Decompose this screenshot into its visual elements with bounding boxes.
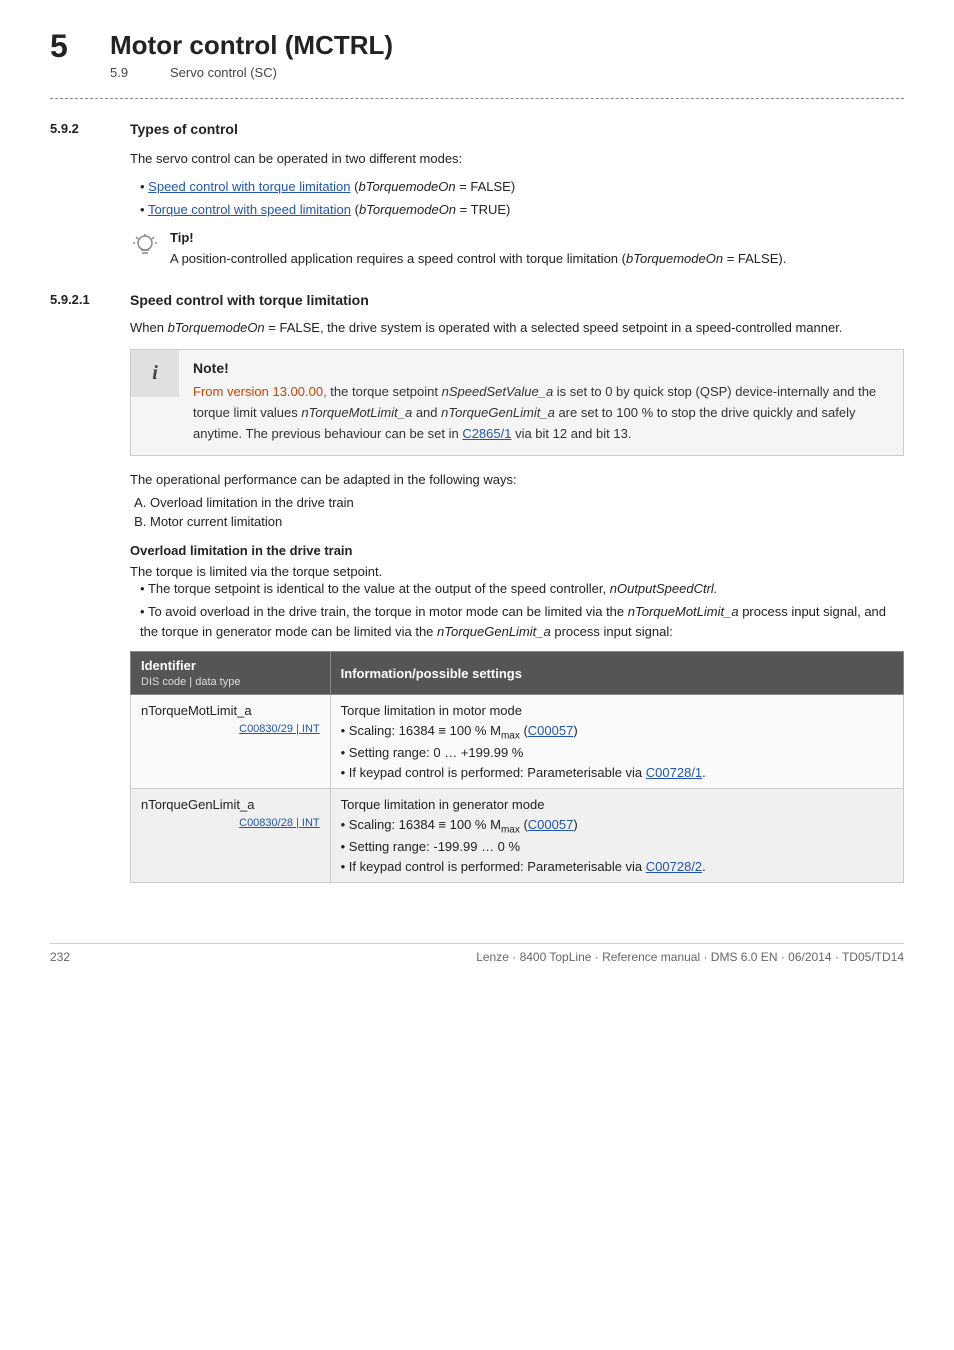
note-italic2: nTorqueMotLimit_a: [301, 405, 412, 420]
info-icon-char: i: [152, 362, 158, 385]
section-divider: [50, 98, 904, 99]
footer-info: Lenze · 8400 TopLine · Reference manual …: [476, 950, 904, 964]
note-label: Note!: [193, 360, 889, 376]
alpha-item-a: Overload limitation in the drive train: [150, 495, 904, 510]
chapter-header: 5 Motor control (MCTRL) 5.9 Servo contro…: [50, 30, 904, 80]
section-5921-heading: 5.9.2.1 Speed control with torque limita…: [50, 292, 904, 308]
section-592-intro: The servo control can be operated in two…: [130, 149, 904, 169]
section-5921-num: 5.9.2.1: [50, 292, 110, 307]
section-5921-content: When bTorquemodeOn = FALSE, the drive sy…: [130, 320, 904, 883]
section-592-num: 5.9.2: [50, 121, 110, 136]
tip-param: bTorquemodeOn: [626, 251, 723, 266]
speed-control-link[interactable]: Speed control with torque limitation: [148, 179, 350, 194]
value-true: TRUE: [471, 202, 506, 217]
note-icon: i: [131, 350, 179, 397]
list-item-torque-control: Torque control with speed limitation (bT…: [140, 200, 904, 220]
c00057-link-2[interactable]: C00057: [528, 817, 574, 832]
tip-content: Tip! A position-controlled application r…: [170, 230, 786, 269]
table-cell-info2: Torque limitation in generator mode • Sc…: [330, 789, 903, 883]
id-main-1: nTorqueMotLimit_a: [141, 703, 252, 718]
section-5921-wrapper: 5.9.2.1 Speed control with torque limita…: [50, 292, 904, 883]
table-col2-header: Information/possible settings: [330, 652, 903, 695]
operational-intro: The operational performance can be adapt…: [130, 472, 904, 487]
tip-text: A position-controlled application requir…: [170, 249, 786, 269]
id-sub-link-1[interactable]: C00830/29 | INT: [141, 721, 320, 738]
page-footer: 232 Lenze · 8400 TopLine · Reference man…: [50, 943, 904, 964]
info-title-1: Torque limitation in motor mode: [341, 703, 522, 718]
section-592-heading: 5.9.2 Types of control: [50, 121, 904, 137]
info-title-2: Torque limitation in generator mode: [341, 797, 545, 812]
overload-bullet-2: To avoid overload in the drive train, th…: [140, 602, 904, 641]
info-bullet-2-3: • If keypad control is performed: Parame…: [341, 859, 706, 874]
param-bTorquemodeOn-2: bTorquemodeOn: [359, 202, 456, 217]
c00728-2-link[interactable]: C00728/2: [646, 859, 702, 874]
torque-control-link[interactable]: Torque control with speed limitation: [148, 202, 351, 217]
section-5921-title: Speed control with torque limitation: [130, 292, 369, 308]
table-row: nTorqueMotLimit_a C00830/29 | INT Torque…: [131, 695, 904, 789]
table-cell-id2: nTorqueGenLimit_a C00830/28 | INT: [131, 789, 331, 883]
alpha-item-b: Motor current limitation: [150, 514, 904, 529]
id-main-2: nTorqueGenLimit_a: [141, 797, 254, 812]
chapter-title: Motor control (MCTRL): [110, 30, 393, 61]
parameters-table: Identifier DIS code | data type Informat…: [130, 651, 904, 883]
section-592-title: Types of control: [130, 121, 238, 137]
overload-intro: The torque is limited via the torque set…: [130, 564, 904, 579]
control-modes-list: Speed control with torque limitation (bT…: [140, 177, 904, 220]
tip-label: Tip!: [170, 230, 786, 245]
info-bullet-2-2: • Setting range: -199.99 … 0 %: [341, 839, 520, 854]
info-bullet-1-1: • Scaling: 16384 ≡ 100 % Mmax (C00057): [341, 723, 578, 738]
value-false: FALSE: [470, 179, 510, 194]
tip-icon: [130, 232, 160, 268]
sub-chapter-num: 5.9: [110, 65, 150, 80]
id-sub-link-2[interactable]: C00830/28 | INT: [141, 815, 320, 832]
section-5921-intro: When bTorquemodeOn = FALSE, the drive sy…: [130, 320, 904, 335]
note-c2865-link[interactable]: C2865/1: [462, 426, 511, 441]
section-592-content: The servo control can be operated in two…: [130, 149, 904, 268]
info-bullet-2-1: • Scaling: 16384 ≡ 100 % Mmax (C00057): [341, 817, 578, 832]
overload-bullets: The torque setpoint is identical to the …: [140, 579, 904, 642]
note-box: i Note! From version 13.00.00, the torqu…: [130, 349, 904, 455]
nTorqueGenLimit: nTorqueGenLimit_a: [437, 624, 551, 639]
alpha-list: Overload limitation in the drive train M…: [150, 495, 904, 529]
note-italic3: nTorqueGenLimit_a: [441, 405, 555, 420]
note-italic1: nSpeedSetValue_a: [442, 384, 554, 399]
overload-bullet-1: The torque setpoint is identical to the …: [140, 579, 904, 599]
note-highlight: From version 13.00.00,: [193, 384, 327, 399]
info-bullet-1-3: • If keypad control is performed: Parame…: [341, 765, 706, 780]
table-cell-info1: Torque limitation in motor mode • Scalin…: [330, 695, 903, 789]
sub-chapter-title: Servo control (SC): [170, 65, 277, 80]
sub-chapter: 5.9 Servo control (SC): [110, 65, 393, 80]
intro-param: bTorquemodeOn: [168, 320, 265, 335]
info-bullet-1-2: • Setting range: 0 … +199.99 %: [341, 745, 524, 760]
nOutputSpeedCtrl: nOutputSpeedCtrl.: [610, 581, 718, 596]
nTorqueMotLimit: nTorqueMotLimit_a: [628, 604, 739, 619]
overload-title: Overload limitation in the drive train: [130, 543, 904, 558]
note-body: Note! From version 13.00.00, the torque …: [179, 350, 903, 454]
table-cell-id1: nTorqueMotLimit_a C00830/29 | INT: [131, 695, 331, 789]
c00057-link-1[interactable]: C00057: [528, 723, 574, 738]
table-col1-header: Identifier DIS code | data type: [131, 652, 331, 695]
tip-box: Tip! A position-controlled application r…: [130, 230, 904, 269]
table-row: nTorqueGenLimit_a C00830/28 | INT Torque…: [131, 789, 904, 883]
chapter-number: 5: [50, 30, 90, 62]
list-item-speed-control: Speed control with torque limitation (bT…: [140, 177, 904, 197]
page-number: 232: [50, 950, 70, 964]
param-bTorquemodeOn-1: bTorquemodeOn: [358, 179, 455, 194]
c00728-1-link[interactable]: C00728/1: [646, 765, 702, 780]
note-text: From version 13.00.00, the torque setpoi…: [193, 382, 889, 444]
